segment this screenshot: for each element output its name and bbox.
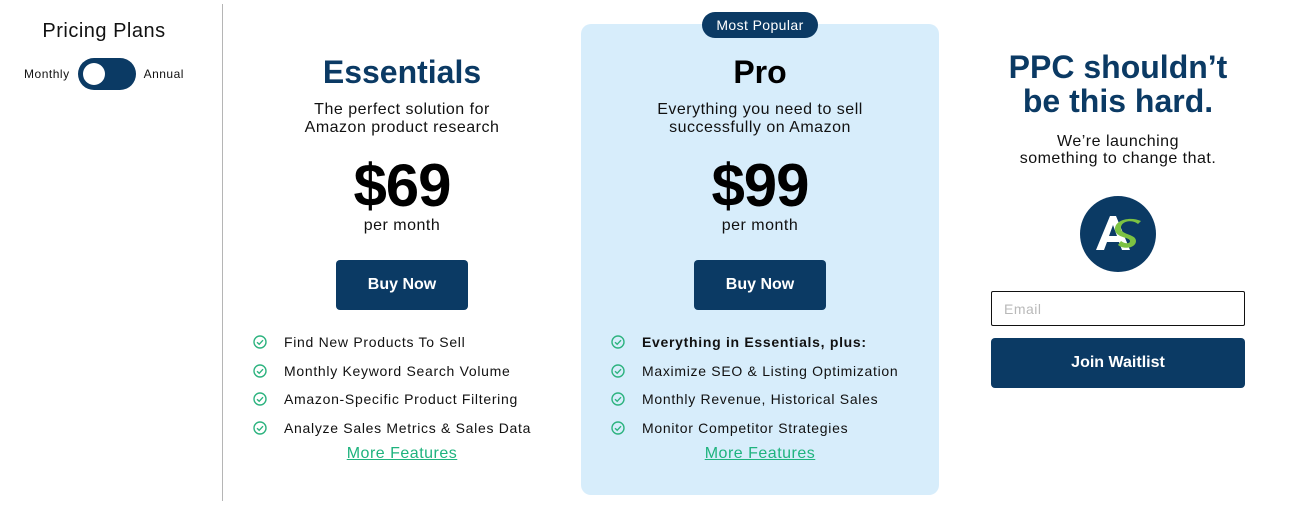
pricing-plans-title: Pricing Plans [42, 20, 166, 42]
feature-item: Monthly Revenue, Historical Sales [611, 385, 931, 414]
feature-item: Amazon-Specific Product Filtering [253, 385, 573, 414]
billing-toggle-row: Monthly Annual [0, 58, 208, 90]
check-circle-icon [611, 335, 625, 349]
plan-name: Essentials [322, 54, 482, 90]
check-circle-icon [253, 392, 267, 406]
feature-item: Analyze Sales Metrics & Sales Data [253, 414, 573, 443]
buy-now-button[interactable]: Buy Now [694, 260, 826, 310]
waitlist-subtext-line: something to change that. [1019, 150, 1217, 167]
plan-name: Pro [733, 54, 787, 90]
check-circle-icon [253, 364, 267, 378]
waitlist-headline-line: be this hard. [1022, 83, 1214, 119]
plan-description: Everything you need to sell successfully… [581, 101, 939, 137]
waitlist-headline: PPC shouldn’t be this hard. [990, 50, 1246, 118]
feature-text: Monthly Revenue, Historical Sales [642, 391, 879, 408]
feature-list: Find New Products To Sell Monthly Keywor… [253, 328, 573, 442]
feature-text: Amazon-Specific Product Filtering [284, 391, 518, 408]
plan-card-essentials: Essentials The perfect solution for Amaz… [223, 24, 581, 495]
as-logo-icon [1080, 196, 1156, 272]
feature-text: Everything in Essentials, plus: [642, 334, 867, 351]
plan-description-line: Everything you need to sell [657, 101, 863, 118]
email-input[interactable] [991, 291, 1245, 326]
check-circle-icon [611, 392, 625, 406]
waitlist-subtext: We’re launching something to change that… [990, 133, 1246, 167]
feature-item: Monthly Keyword Search Volume [253, 357, 573, 386]
join-waitlist-button[interactable]: Join Waitlist [991, 338, 1245, 388]
feature-item: Maximize SEO & Listing Optimization [611, 357, 931, 386]
feature-text: Find New Products To Sell [284, 334, 466, 351]
plan-period: per month [721, 217, 799, 234]
check-circle-icon [253, 335, 267, 349]
more-features-link[interactable]: More Features [223, 445, 581, 463]
plan-period: per month [363, 217, 441, 234]
feature-text: Monthly Keyword Search Volume [284, 362, 511, 379]
toggle-knob [82, 63, 105, 85]
feature-list: Everything in Essentials, plus: Maximize… [611, 328, 931, 442]
monthly-label[interactable]: Monthly [24, 67, 70, 81]
plan-description: The perfect solution for Amazon product … [223, 101, 581, 137]
plan-description-line: The perfect solution for [314, 101, 490, 118]
plan-price: $69 [353, 152, 451, 219]
plan-price: $99 [711, 152, 809, 219]
plan-description-line: Amazon product research [304, 119, 500, 136]
annual-label[interactable]: Annual [144, 67, 184, 81]
check-circle-icon [611, 421, 625, 435]
billing-period-toggle[interactable] [77, 58, 136, 90]
feature-item: Monitor Competitor Strategies [611, 414, 931, 443]
plan-description-line: successfully on Amazon [669, 119, 851, 136]
feature-text: Monitor Competitor Strategies [642, 419, 849, 436]
feature-item: Find New Products To Sell [253, 328, 573, 357]
plan-card-pro: Pro Everything you need to sell successf… [581, 24, 939, 495]
feature-text: Analyze Sales Metrics & Sales Data [284, 419, 532, 436]
feature-item: Everything in Essentials, plus: [611, 328, 931, 357]
buy-now-button[interactable]: Buy Now [336, 260, 468, 310]
check-circle-icon [253, 421, 267, 435]
feature-text: Maximize SEO & Listing Optimization [642, 362, 899, 379]
more-features-link[interactable]: More Features [581, 445, 939, 463]
waitlist-subtext-line: We’re launching [1057, 133, 1179, 150]
waitlist-headline-line: PPC shouldn’t [1008, 49, 1228, 85]
check-circle-icon [611, 364, 625, 378]
most-popular-badge: Most Popular [702, 12, 818, 38]
